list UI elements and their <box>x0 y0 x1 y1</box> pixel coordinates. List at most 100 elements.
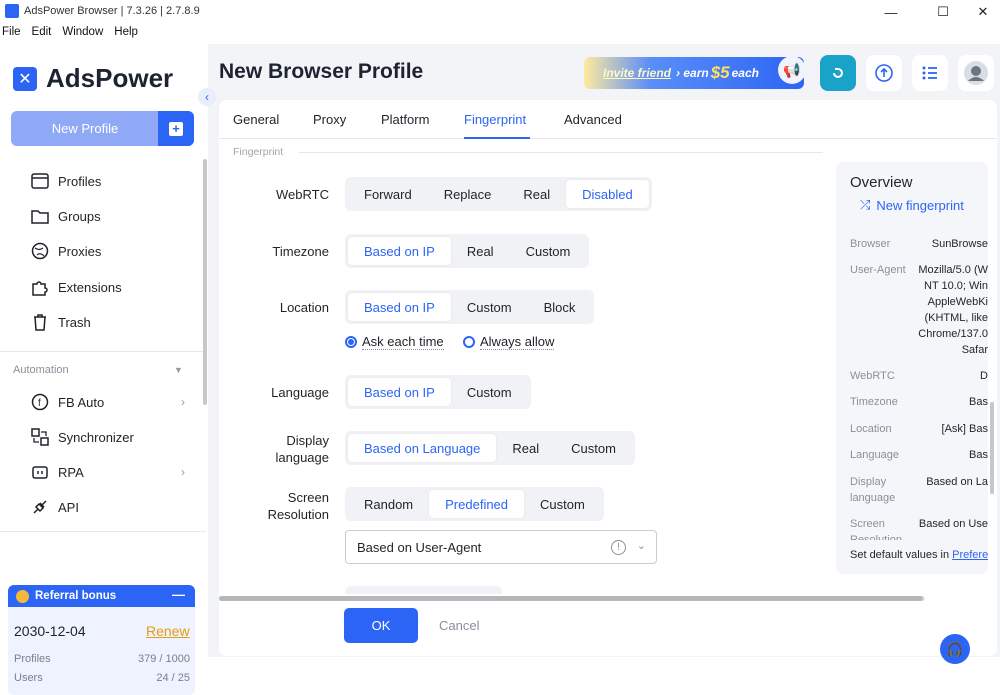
radio-always-allow[interactable]: Always allow <box>463 334 555 350</box>
avatar[interactable] <box>958 55 994 91</box>
profiles-usage-value: 379 / 1000 <box>138 653 190 665</box>
globe-icon <box>30 242 49 261</box>
location-option-custom[interactable]: Custom <box>451 293 528 321</box>
menu-file[interactable]: File <box>2 26 21 44</box>
chevron-down-icon[interactable]: ▼ <box>174 365 183 375</box>
timezone-option-based-on-ip[interactable]: Based on IP <box>348 237 451 265</box>
webrtc-segmented: Forward Replace Real Disabled <box>345 177 652 211</box>
users-usage: Users 24 / 25 <box>14 672 190 684</box>
referral-title: Referral bonus <box>35 590 117 602</box>
collapse-sidebar-button[interactable]: ‹ <box>198 88 216 106</box>
webrtc-label: WebRTC <box>276 187 329 202</box>
menu-bar: File Edit Window Help <box>0 26 138 44</box>
new-fingerprint-button[interactable]: ⤮ New fingerprint <box>860 197 964 213</box>
webrtc-option-disabled[interactable]: Disabled <box>566 180 649 208</box>
cancel-button[interactable]: Cancel <box>439 618 479 633</box>
overview-key: Display language <box>850 476 896 504</box>
webrtc-option-forward[interactable]: Forward <box>348 180 428 208</box>
tab-general[interactable]: General <box>233 112 279 127</box>
display-language-option-real[interactable]: Real <box>496 434 555 462</box>
users-usage-value: 24 / 25 <box>156 672 190 684</box>
sync-icon <box>30 428 49 447</box>
referral-header[interactable]: Referral bonus — <box>8 585 195 607</box>
webrtc-option-replace[interactable]: Replace <box>428 180 508 208</box>
renew-link[interactable]: Renew <box>146 623 190 639</box>
screen-resolution-option-predefined[interactable]: Predefined <box>429 490 525 518</box>
menu-help[interactable]: Help <box>114 26 138 44</box>
location-label: Location <box>279 300 329 315</box>
location-option-based-on-ip[interactable]: Based on IP <box>348 293 451 321</box>
sidebar-item-fb-auto[interactable]: f FB Auto › <box>30 391 195 413</box>
language-option-custom[interactable]: Custom <box>451 378 528 406</box>
menu-edit[interactable]: Edit <box>32 26 52 44</box>
resolution-select-value: Based on User-Agent <box>357 539 482 555</box>
tab-fingerprint[interactable]: Fingerprint <box>464 112 526 127</box>
sidebar-item-trash[interactable]: Trash <box>30 311 195 333</box>
sidebar-item-extensions[interactable]: Extensions <box>30 276 195 298</box>
sidebar-item-api[interactable]: API <box>30 496 195 518</box>
sidebar-item-label: Synchronizer <box>58 429 134 445</box>
ok-button[interactable]: OK <box>344 608 418 643</box>
support-chat-button[interactable]: 🎧 <box>940 634 970 664</box>
sidebar-item-proxies[interactable]: Proxies <box>30 240 195 262</box>
display-language-option-custom[interactable]: Custom <box>555 434 632 462</box>
screen-resolution-option-random[interactable]: Random <box>348 490 429 518</box>
referral-card: Referral bonus — 2030-12-04 Renew Profil… <box>8 585 195 695</box>
new-fingerprint-label: New fingerprint <box>876 197 964 213</box>
timezone-option-real[interactable]: Real <box>451 237 510 265</box>
svg-text:f: f <box>38 398 41 409</box>
page-title: New Browser Profile <box>219 60 424 83</box>
screen-resolution-option-custom[interactable]: Custom <box>524 490 601 518</box>
overview-key: Browser <box>850 238 891 250</box>
robot-icon <box>30 463 49 482</box>
trash-icon <box>30 313 49 332</box>
info-icon[interactable]: ! <box>611 540 626 555</box>
tab-platform[interactable]: Platform <box>381 112 429 127</box>
horizontal-scrollbar[interactable] <box>219 596 925 601</box>
overview-scrollbar[interactable] <box>990 402 994 494</box>
list-icon[interactable] <box>912 55 948 91</box>
display-language-option-based-on-language[interactable]: Based on Language <box>348 434 497 462</box>
radio-label: Always allow <box>480 334 555 350</box>
new-profile-add-button[interactable]: + <box>158 111 194 146</box>
language-option-based-on-ip[interactable]: Based on IP <box>348 378 451 406</box>
label-line: Display <box>286 433 329 448</box>
timezone-option-custom[interactable]: Custom <box>510 237 587 265</box>
overview-key: Timezone <box>850 396 898 408</box>
plus-icon: + <box>169 121 183 136</box>
refresh-badge-icon[interactable] <box>820 55 856 91</box>
webrtc-option-real[interactable]: Real <box>507 180 566 208</box>
chevron-right-icon: › <box>181 465 185 479</box>
profiles-icon <box>30 172 49 191</box>
megaphone-icon: 📢 <box>778 56 806 84</box>
invite-friend-banner[interactable]: Invite friend › earn $5 each 📢 <box>584 56 806 89</box>
menu-window[interactable]: Window <box>62 26 103 44</box>
location-segmented: Based on IP Custom Block <box>345 290 595 324</box>
new-profile-button[interactable]: New Profile + <box>11 111 194 146</box>
folder-icon <box>30 207 49 226</box>
tab-proxy[interactable]: Proxy <box>313 112 346 127</box>
location-option-block[interactable]: Block <box>528 293 592 321</box>
tab-advanced[interactable]: Advanced <box>564 112 622 127</box>
overview-key: WebRTC <box>850 370 895 382</box>
users-usage-label: Users <box>14 672 43 684</box>
sidebar-scrollbar[interactable] <box>203 159 207 405</box>
sidebar-item-rpa[interactable]: RPA › <box>30 461 195 483</box>
minimize-button[interactable]: — <box>868 0 914 24</box>
upload-icon[interactable] <box>866 55 902 91</box>
sidebar-item-synchronizer[interactable]: Synchronizer <box>30 426 195 448</box>
collapse-icon[interactable]: — <box>172 587 185 602</box>
next-row-segmented <box>345 586 502 594</box>
preferences-link[interactable]: Prefere <box>952 549 988 561</box>
sidebar-item-groups[interactable]: Groups <box>30 205 195 227</box>
scrollbar-thumb[interactable] <box>219 596 923 601</box>
close-button[interactable]: ✕ <box>960 0 1000 24</box>
banner-amount: $5 <box>710 63 730 82</box>
section-label: Fingerprint <box>233 146 284 158</box>
main-content: New Browser Profile Invite friend › earn… <box>198 44 1000 664</box>
sidebar-item-profiles[interactable]: Profiles <box>30 170 195 192</box>
timezone-label: Timezone <box>272 244 329 259</box>
brand-logo: ✕ AdsPower <box>13 63 173 94</box>
radio-ask-each-time[interactable]: Ask each time <box>345 334 444 350</box>
resolution-select[interactable]: Based on User-Agent ! ⌄ <box>345 530 657 564</box>
